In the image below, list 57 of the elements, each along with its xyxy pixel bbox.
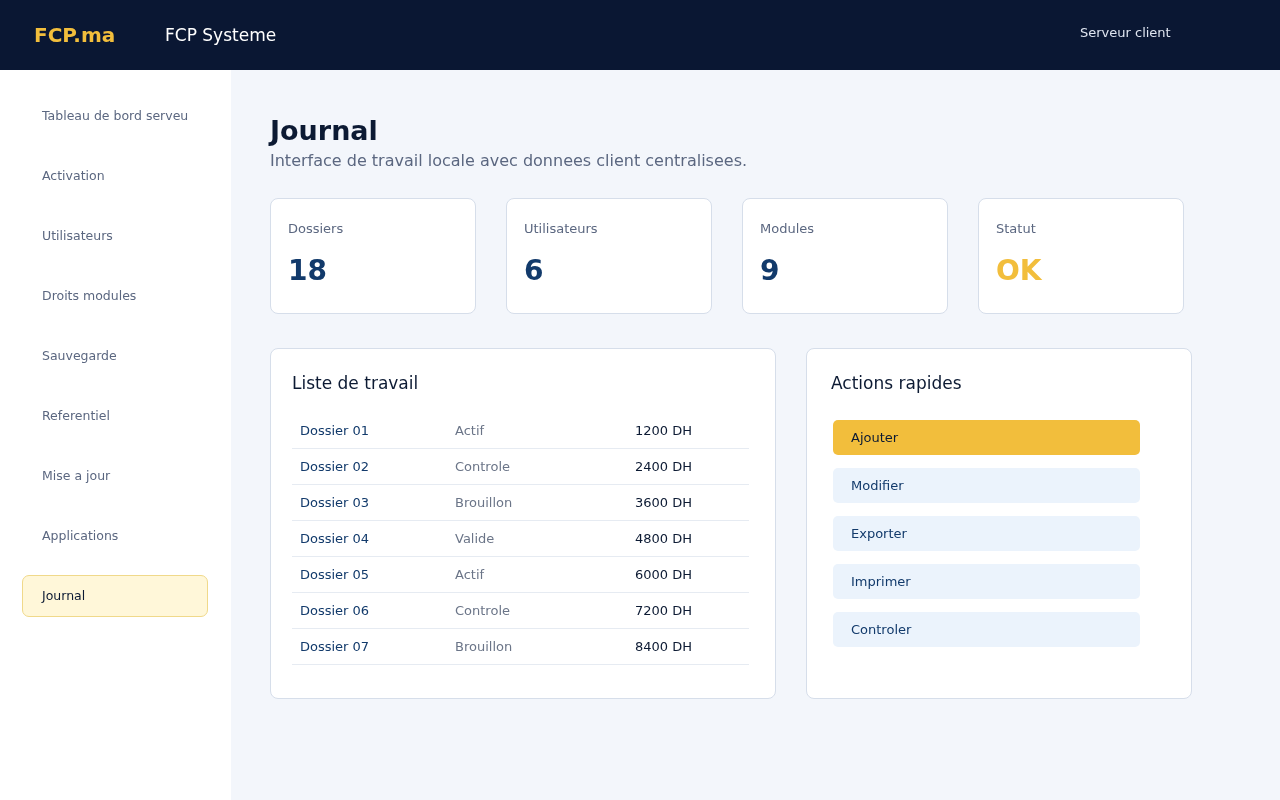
dossier-status: Controle xyxy=(455,459,511,474)
page-subtitle: Interface de travail locale avec donnees client centralisees. xyxy=(270,151,749,170)
sidebar-item[interactable]: Activation xyxy=(22,155,208,197)
dossier-status: Valide xyxy=(455,531,496,546)
sidebar-item[interactable]: Utilisateurs xyxy=(22,215,208,257)
dossier-name: Dossier 07 xyxy=(300,639,371,654)
table-row[interactable]: Dossier 07 Brouillon 8400 DH xyxy=(292,629,749,665)
dossier-amount: 4800 DH xyxy=(635,531,692,546)
action-button[interactable]: Modifier xyxy=(833,468,1140,503)
stat-label: Dossiers xyxy=(288,221,344,236)
dossier-amount: 7200 DH xyxy=(635,603,692,618)
dossier-status: Actif xyxy=(455,567,486,582)
table-row[interactable]: Dossier 05 Actif 6000 DH xyxy=(292,557,749,593)
sidebar-item[interactable]: Journal xyxy=(22,575,208,617)
dossier-status: Actif xyxy=(455,423,486,438)
stat-label: Statut xyxy=(996,221,1036,236)
action-button[interactable]: Imprimer xyxy=(833,564,1140,599)
panel-title: Actions rapides xyxy=(831,373,963,393)
table-row[interactable]: Dossier 01 Actif 1200 DH xyxy=(292,413,749,449)
sidebar-item[interactable]: Droits modules xyxy=(22,275,208,317)
dossier-status: Brouillon xyxy=(455,495,514,510)
action-button[interactable]: Ajouter xyxy=(833,420,1140,455)
stat-value: OK xyxy=(996,254,1042,287)
logo-text: FCP.ma xyxy=(34,23,117,47)
dossier-name: Dossier 02 xyxy=(300,459,371,474)
dossier-amount: 1200 DH xyxy=(635,423,692,438)
dossier-amount: 6000 DH xyxy=(635,567,692,582)
sidebar-item[interactable]: Referentiel xyxy=(22,395,208,437)
table-row[interactable]: Dossier 02 Controle 2400 DH xyxy=(292,449,749,485)
dossier-status: Brouillon xyxy=(455,639,514,654)
dossier-amount: 3600 DH xyxy=(635,495,692,510)
dossier-name: Dossier 05 xyxy=(300,567,371,582)
dossier-name: Dossier 04 xyxy=(300,531,371,546)
action-button[interactable]: Controler xyxy=(833,612,1140,647)
action-button[interactable]: Exporter xyxy=(833,516,1140,551)
stat-label: Modules xyxy=(760,221,815,236)
stat-value: 18 xyxy=(288,254,327,287)
dossier-name: Dossier 01 xyxy=(300,423,371,438)
dossier-name: Dossier 06 xyxy=(300,603,371,618)
dossier-status: Controle xyxy=(455,603,511,618)
table-row[interactable]: Dossier 06 Controle 7200 DH xyxy=(292,593,749,629)
dossier-name: Dossier 03 xyxy=(300,495,371,510)
sidebar-item[interactable]: Sauvegarde xyxy=(22,335,208,377)
sidebar-item[interactable]: Applications xyxy=(22,515,208,557)
app-title: FCP Systeme xyxy=(165,25,278,45)
server-label: Serveur client xyxy=(1080,24,1172,40)
sidebar-item[interactable]: Tableau de bord serveu xyxy=(22,95,208,137)
dossier-amount: 2400 DH xyxy=(635,459,692,474)
stat-value: 6 xyxy=(524,254,544,287)
page-title: Journal xyxy=(270,115,379,146)
stat-label: Utilisateurs xyxy=(524,221,598,236)
stat-value: 9 xyxy=(760,254,780,287)
dossier-amount: 8400 DH xyxy=(635,639,692,654)
panel-title: Liste de travail xyxy=(292,373,420,393)
sidebar-item[interactable]: Mise a jour xyxy=(22,455,208,497)
table-row[interactable]: Dossier 04 Valide 4800 DH xyxy=(292,521,749,557)
table-row[interactable]: Dossier 03 Brouillon 3600 DH xyxy=(292,485,749,521)
